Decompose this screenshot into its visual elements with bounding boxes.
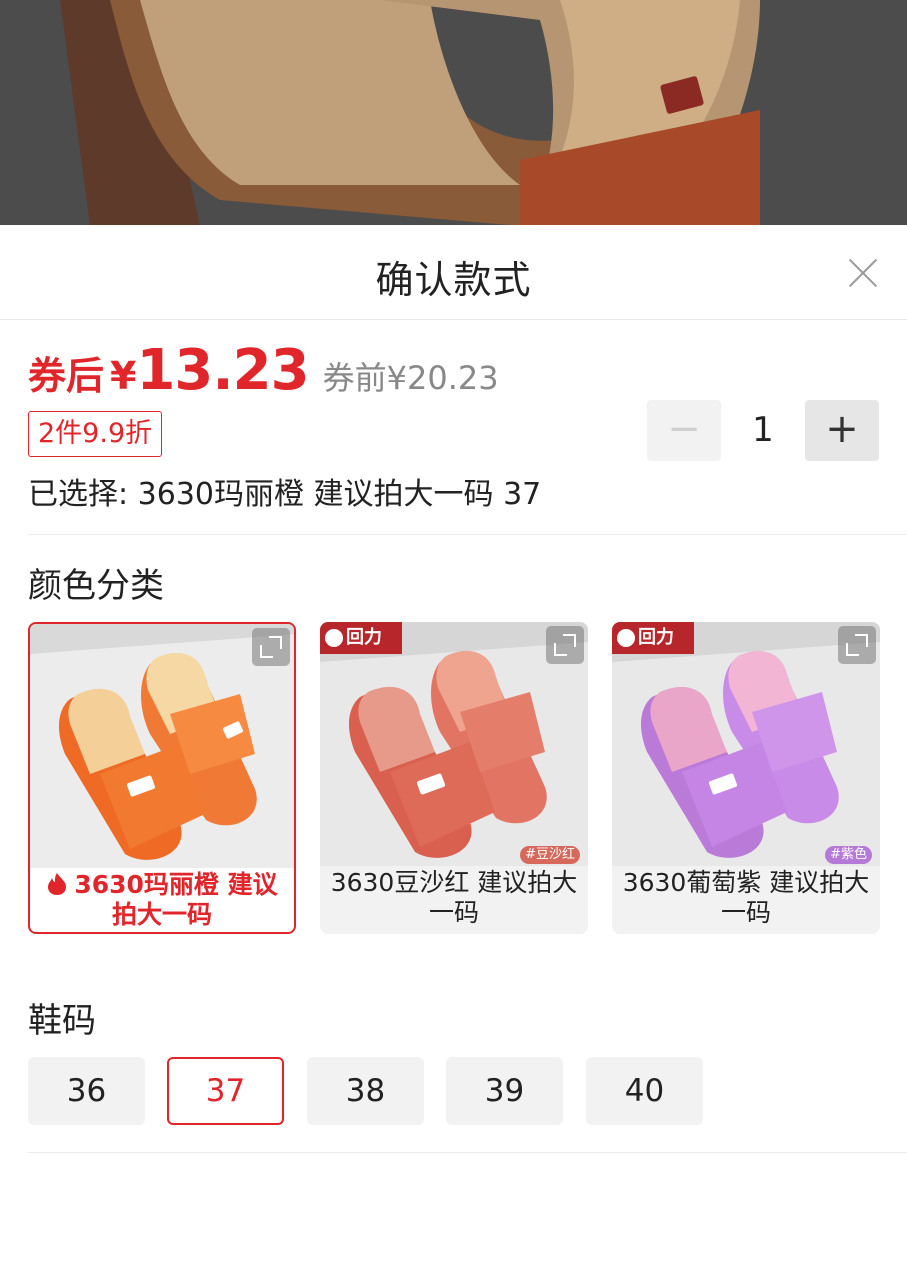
color-option-image: 回力 #紫色: [612, 622, 880, 866]
expand-icon[interactable]: [546, 626, 584, 664]
quantity-stepper: − 1 +: [647, 400, 879, 461]
sheet-title: 确认款式: [375, 258, 532, 302]
color-option-text: 3630玛丽橙 建议拍大一码: [74, 870, 278, 929]
color-option-label: 3630玛丽橙 建议拍大一码: [30, 870, 294, 930]
color-options: 3630玛丽橙 建议拍大一码 回力 #豆沙红 3630豆沙红 建议拍大一码 回力…: [28, 622, 880, 934]
quantity-value[interactable]: 1: [721, 400, 805, 461]
size-option-36[interactable]: 36: [28, 1057, 145, 1125]
fire-icon: [48, 873, 67, 895]
expand-icon[interactable]: [838, 626, 876, 664]
color-tag: #豆沙红: [520, 846, 580, 864]
discount-tag: 2件9.9折: [28, 411, 163, 457]
size-option-40[interactable]: 40: [586, 1057, 703, 1125]
quantity-increase-button[interactable]: +: [805, 400, 879, 461]
style-selection-sheet: 确认款式 券后 ¥ 13.23 券前¥20.23 2件9.9折 − 1 + 已选…: [0, 225, 907, 1280]
color-option-image: 回力 #豆沙红: [320, 622, 588, 866]
size-option-39[interactable]: 39: [446, 1057, 563, 1125]
color-option-label: 3630葡萄紫 建议拍大一码: [622, 868, 870, 927]
size-option-37[interactable]: 37: [167, 1057, 284, 1125]
color-tag: #紫色: [825, 846, 872, 864]
size-section-title: 鞋码: [28, 1001, 96, 1041]
color-option[interactable]: 3630玛丽橙 建议拍大一码: [28, 622, 296, 934]
expand-icon[interactable]: [252, 628, 290, 666]
divider: [28, 1152, 907, 1153]
product-image-backdrop[interactable]: [0, 0, 907, 226]
color-option[interactable]: 回力 #豆沙红 3630豆沙红 建议拍大一码: [320, 622, 588, 934]
close-icon[interactable]: [847, 257, 879, 289]
size-option-38[interactable]: 38: [307, 1057, 424, 1125]
brand-badge: 回力: [612, 622, 694, 654]
color-option-label: 3630豆沙红 建议拍大一码: [330, 868, 578, 927]
price-row: 券后 ¥ 13.23 券前¥20.23: [28, 338, 499, 403]
sheet-header: 确认款式: [0, 225, 907, 320]
divider: [28, 534, 907, 535]
color-option-image: [30, 624, 294, 868]
price-currency: ¥: [110, 354, 137, 398]
coupon-price: 13.23: [136, 338, 309, 403]
selected-summary: 已选择: 3630玛丽橙 建议拍大一码 37: [28, 477, 542, 512]
coupon-price-label: 券后: [28, 354, 105, 398]
color-section-title: 颜色分类: [28, 566, 164, 606]
color-option[interactable]: 回力 #紫色 3630葡萄紫 建议拍大一码: [612, 622, 880, 934]
brand-badge: 回力: [320, 622, 402, 654]
original-price: 券前¥20.23: [322, 359, 499, 397]
quantity-decrease-button[interactable]: −: [647, 400, 721, 461]
